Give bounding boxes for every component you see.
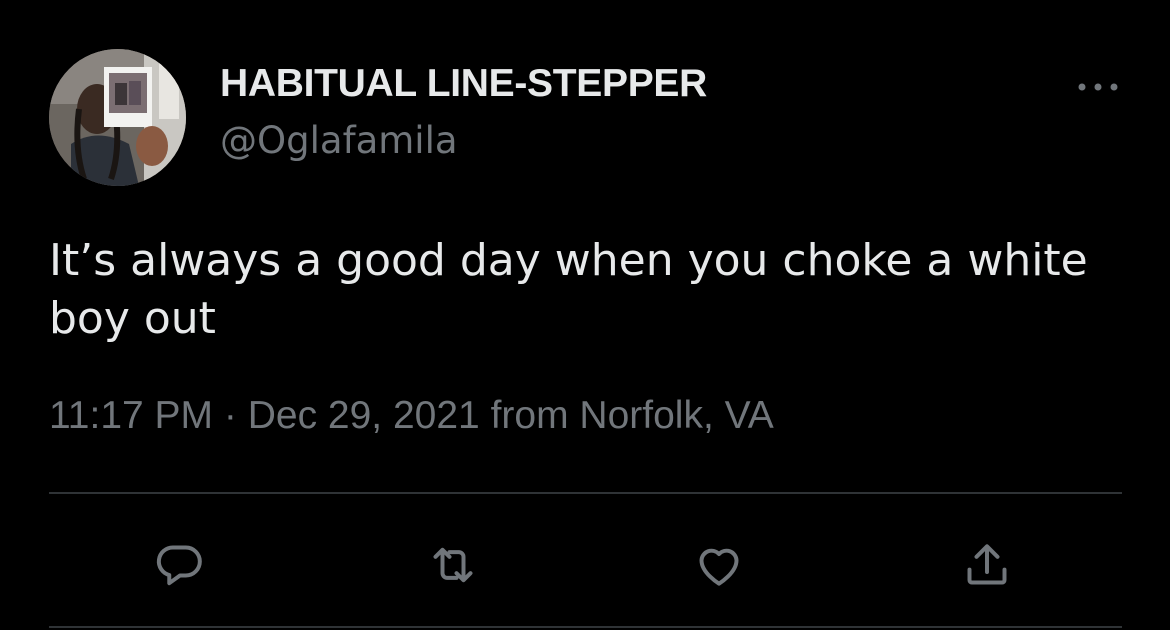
tweet-time[interactable]: 11:17 PM bbox=[49, 394, 213, 437]
like-button[interactable] bbox=[689, 535, 749, 595]
share-button[interactable] bbox=[957, 535, 1017, 595]
action-bar bbox=[0, 535, 1170, 595]
more-options-icon[interactable] bbox=[1070, 70, 1126, 104]
retweet-button[interactable] bbox=[423, 535, 483, 595]
tweet-text: It’s always a good day when you choke a … bbox=[49, 235, 1088, 344]
reply-icon bbox=[156, 545, 202, 586]
share-icon bbox=[967, 544, 1007, 585]
tweet-source: from Norfolk, VA bbox=[490, 394, 774, 437]
tweet-meta: 11:17 PM · Dec 29, 2021 from Norfolk, VA bbox=[49, 394, 774, 438]
retweet-icon bbox=[433, 547, 473, 583]
divider-bottom bbox=[49, 626, 1122, 628]
heart-icon bbox=[699, 548, 739, 586]
tweet-card: HABITUAL LINE-STEPPER @Oglafamila It’s a… bbox=[0, 0, 1170, 630]
tweet-date[interactable]: Dec 29, 2021 bbox=[248, 394, 480, 437]
divider-top bbox=[49, 492, 1122, 494]
reply-button[interactable] bbox=[150, 535, 210, 595]
display-name[interactable]: HABITUAL LINE-STEPPER bbox=[220, 62, 707, 106]
meta-separator: · bbox=[223, 394, 237, 437]
profile-photo-image bbox=[49, 49, 186, 186]
user-handle[interactable]: @Oglafamila bbox=[220, 119, 458, 162]
avatar[interactable] bbox=[49, 49, 186, 186]
